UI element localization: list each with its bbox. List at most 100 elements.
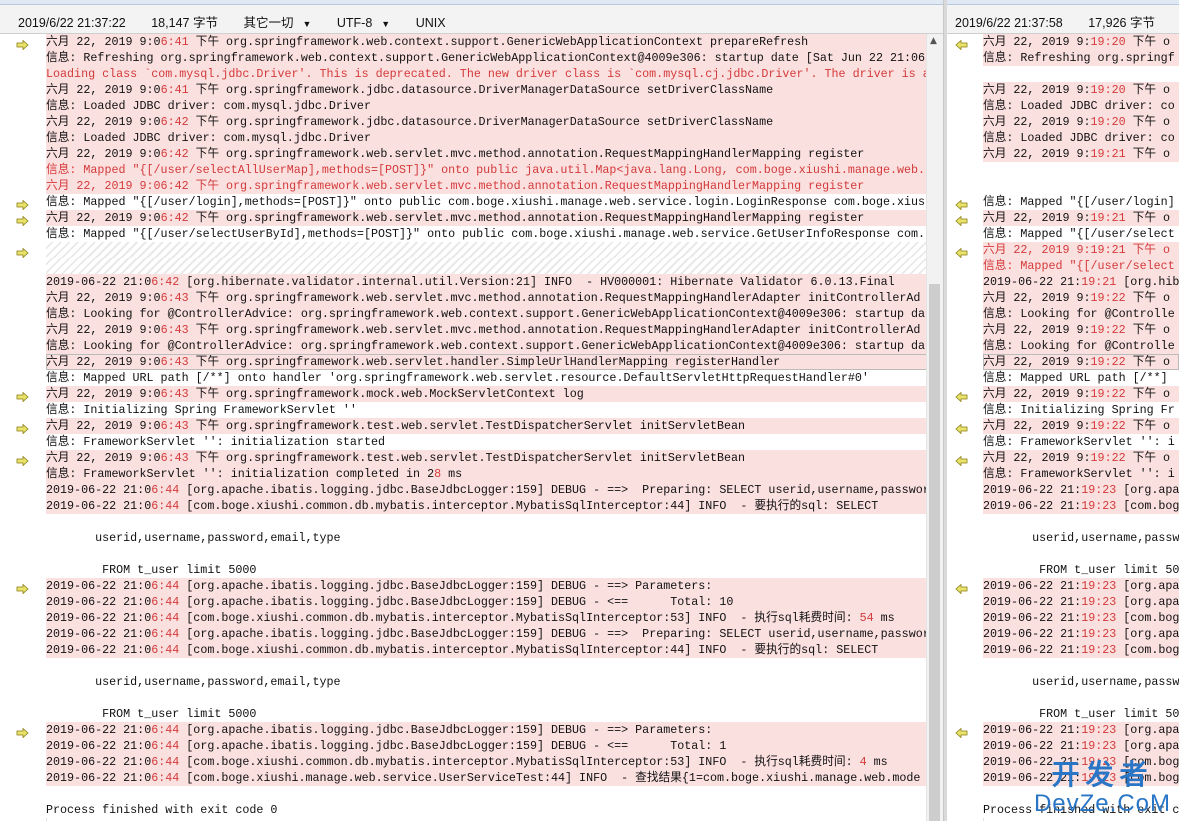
diff-line[interactable]: Process finished with exit c	[983, 802, 1179, 818]
diff-line[interactable]: 2019-06-22 21:06:44 [com.boge.xiushi.man…	[46, 770, 943, 786]
diff-line[interactable]: 信息: Initializing Spring Fr	[983, 402, 1179, 418]
diff-line[interactable]: 六月 22, 2019 9:06:43 下午 org.springframewo…	[46, 418, 943, 434]
right-diff-pane[interactable]: 2019/6/22 21:37:58 17,926 字节 其 六月 22, 20…	[947, 0, 1179, 821]
diff-line[interactable]: FROM t_user limit 5000	[46, 562, 943, 578]
diff-line[interactable]: 六月 22, 2019 9:06:42 下午 org.springframewo…	[46, 114, 943, 130]
scroll-up-icon[interactable]: ▲	[930, 36, 937, 46]
diff-line[interactable]: userid,username,passw	[983, 530, 1179, 546]
diff-line[interactable]: 2019-06-22 21:19:23 [com.bog	[983, 610, 1179, 626]
diff-line[interactable]: 信息: Loaded JDBC driver: com.mysql.jdbc.D…	[46, 130, 943, 146]
left-line-ending[interactable]: UNIX	[416, 16, 446, 30]
diff-line[interactable]: 信息: Mapped "{[/user/login],methods=[POST…	[46, 194, 943, 210]
diff-line[interactable]: 2019-06-22 21:19:23 [com.bog	[983, 642, 1179, 658]
diff-line[interactable]: 六月 22, 2019 9:19:22 下午 o	[983, 386, 1179, 402]
diff-line[interactable]: Process finished with exit code 0	[46, 802, 943, 818]
diff-line[interactable]: 信息: Refreshing org.springf	[983, 50, 1179, 66]
left-encoding-dropdown[interactable]: UTF-8 ▼	[337, 16, 390, 30]
diff-arrow-icon[interactable]	[955, 213, 968, 227]
left-filter-dropdown[interactable]: 其它一切 ▼	[243, 12, 311, 31]
diff-line[interactable]: 六月 22, 2019 9:19:20 下午 o	[983, 34, 1179, 50]
diff-arrow-icon[interactable]	[16, 725, 29, 739]
diff-line[interactable]	[983, 786, 1179, 802]
diff-line[interactable]: 信息: Mapped "{[/user/selectUserById],meth…	[46, 226, 943, 242]
diff-line[interactable]	[983, 514, 1179, 530]
diff-line[interactable]: 2019-06-22 21:19:23 [org.apa	[983, 482, 1179, 498]
diff-arrow-icon[interactable]	[16, 37, 29, 51]
diff-line[interactable]: 六月 22, 2019 9:06:42 下午 org.springframewo…	[46, 146, 943, 162]
diff-line[interactable]: 六月 22, 2019 9:19:20 下午 o	[983, 82, 1179, 98]
diff-line[interactable]: 2019-06-22 21:19:23 [org.apa	[983, 578, 1179, 594]
diff-line[interactable]: 六月 22, 2019 9:06:43 下午 org.springframewo…	[46, 450, 943, 466]
diff-arrow-icon[interactable]	[955, 725, 968, 739]
diff-line[interactable]: 2019-06-22 21:06:44 [org.apache.ibatis.l…	[46, 626, 943, 642]
diff-line[interactable]: 2019-06-22 21:19:23 [com.bog	[983, 770, 1179, 786]
diff-arrow-icon[interactable]	[955, 453, 968, 467]
diff-line[interactable]: 2019-06-22 21:19:23 [org.apa	[983, 738, 1179, 754]
diff-line[interactable]: 2019-06-22 21:06:44 [com.boge.xiushi.com…	[46, 610, 943, 626]
diff-line[interactable]: 六月 22, 2019 9:19:22 下午 o	[983, 418, 1179, 434]
diff-line[interactable]: 2019-06-22 21:06:44 [org.apache.ibatis.l…	[46, 482, 943, 498]
left-text-area[interactable]: 六月 22, 2019 9:06:41 下午 org.springframewo…	[46, 34, 943, 821]
diff-line[interactable]: 六月 22, 2019 9:19:22 下午 o	[983, 354, 1179, 370]
scrollbar-thumb[interactable]	[929, 284, 940, 821]
diff-line[interactable]: 六月 22, 2019 9:06:43 下午 org.springframewo…	[46, 290, 943, 306]
diff-line[interactable]	[46, 546, 943, 562]
diff-line[interactable]: Loading class `com.mysql.jdbc.Driver'. T…	[46, 66, 943, 82]
diff-arrow-icon[interactable]	[955, 37, 968, 51]
diff-arrow-icon[interactable]	[16, 389, 29, 403]
diff-line[interactable]: 信息: Loaded JDBC driver: com.mysql.jdbc.D…	[46, 98, 943, 114]
diff-line[interactable]: 六月 22, 2019 9:06:43 下午 org.springframewo…	[46, 386, 943, 402]
diff-line[interactable]: 信息: Loaded JDBC driver: co	[983, 130, 1179, 146]
diff-line[interactable]: 信息: Mapped "{[/user/select	[983, 226, 1179, 242]
diff-line[interactable]: 信息: Mapped "{[/user/selectAllUserMap],me…	[46, 162, 943, 178]
left-vertical-scrollbar[interactable]: ▲	[926, 34, 943, 821]
diff-line[interactable]: 信息: Mapped "{[/user/login]	[983, 194, 1179, 210]
diff-line[interactable]: 六月 22, 2019 9:06:43 下午 org.springframewo…	[46, 322, 943, 338]
diff-line[interactable]: FROM t_user limit 50	[983, 706, 1179, 722]
diff-line[interactable]: 信息: Initializing Spring FrameworkServlet…	[46, 402, 943, 418]
diff-line[interactable]: 信息: Refreshing org.springframework.web.c…	[46, 50, 943, 66]
diff-line[interactable]	[46, 658, 943, 674]
diff-line[interactable]: 信息: Looking for @Controlle	[983, 338, 1179, 354]
diff-line[interactable]: 信息: Mapped URL path [/**] onto handler '…	[46, 370, 943, 386]
diff-line[interactable]: 2019-06-22 21:19:21 [org.hib	[983, 274, 1179, 290]
diff-line[interactable]: 2019-06-22 21:19:23 [com.bog	[983, 754, 1179, 770]
diff-line[interactable]: userid,username,password,email,type	[46, 530, 943, 546]
diff-line[interactable]: 六月 22, 2019 9:19:20 下午 o	[983, 114, 1179, 130]
diff-line[interactable]: 信息: Mapped "{[/user/select	[983, 258, 1179, 274]
diff-arrow-icon[interactable]	[16, 197, 29, 211]
diff-line[interactable]	[983, 178, 1179, 194]
diff-line[interactable]: 信息: FrameworkServlet '': i	[983, 466, 1179, 482]
diff-line[interactable]: 2019-06-22 21:06:44 [com.boge.xiushi.com…	[46, 754, 943, 770]
left-diff-pane[interactable]: 2019/6/22 21:37:22 18,147 字节 其它一切 ▼ UTF-8…	[0, 0, 943, 821]
diff-arrow-icon[interactable]	[16, 453, 29, 467]
diff-line[interactable]: 2019-06-22 21:19:23 [org.apa	[983, 594, 1179, 610]
diff-arrow-icon[interactable]	[955, 581, 968, 595]
diff-line[interactable]: 六月 22, 2019 9:19:21 下午 o	[983, 210, 1179, 226]
diff-line[interactable]	[983, 546, 1179, 562]
diff-line[interactable]: 信息: Loaded JDBC driver: co	[983, 98, 1179, 114]
diff-arrow-icon[interactable]	[955, 421, 968, 435]
diff-line[interactable]: 2019-06-22 21:19:23 [org.apa	[983, 626, 1179, 642]
diff-line[interactable]: 2019-06-22 21:06:44 [org.apache.ibatis.l…	[46, 738, 943, 754]
right-text-area[interactable]: 六月 22, 2019 9:19:20 下午 o 信息: Refreshing o…	[983, 34, 1179, 821]
diff-line[interactable]: 2019-06-22 21:06:42 [org.hibernate.valid…	[46, 274, 943, 290]
diff-arrow-icon[interactable]	[16, 581, 29, 595]
diff-line[interactable]: 六月 22, 2019 9:06:41 下午 org.springframewo…	[46, 82, 943, 98]
diff-line[interactable]: 2019-06-22 21:06:44 [com.boge.xiushi.com…	[46, 498, 943, 514]
diff-line[interactable]: 六月 22, 2019 9:19:22 下午 o	[983, 450, 1179, 466]
diff-line[interactable]: userid,username,passw	[983, 674, 1179, 690]
diff-line[interactable]: 2019-06-22 21:06:44 [com.boge.xiushi.com…	[46, 642, 943, 658]
diff-line[interactable]: 六月 22, 2019 9:19:22 下午 o	[983, 290, 1179, 306]
diff-arrow-icon[interactable]	[16, 245, 29, 259]
diff-line[interactable]	[46, 690, 943, 706]
diff-line[interactable]	[983, 162, 1179, 178]
diff-arrow-icon[interactable]	[955, 197, 968, 211]
diff-line[interactable]: 六月 22, 2019 9:19:21 下午 o	[983, 242, 1179, 258]
diff-arrow-icon[interactable]	[955, 389, 968, 403]
diff-line[interactable]	[983, 690, 1179, 706]
diff-line[interactable]: 2019-06-22 21:19:23 [com.bog	[983, 498, 1179, 514]
diff-line[interactable]: userid,username,password,email,type	[46, 674, 943, 690]
diff-line[interactable]: 信息: Looking for @Controlle	[983, 306, 1179, 322]
diff-line[interactable]: 信息: FrameworkServlet '': i	[983, 434, 1179, 450]
